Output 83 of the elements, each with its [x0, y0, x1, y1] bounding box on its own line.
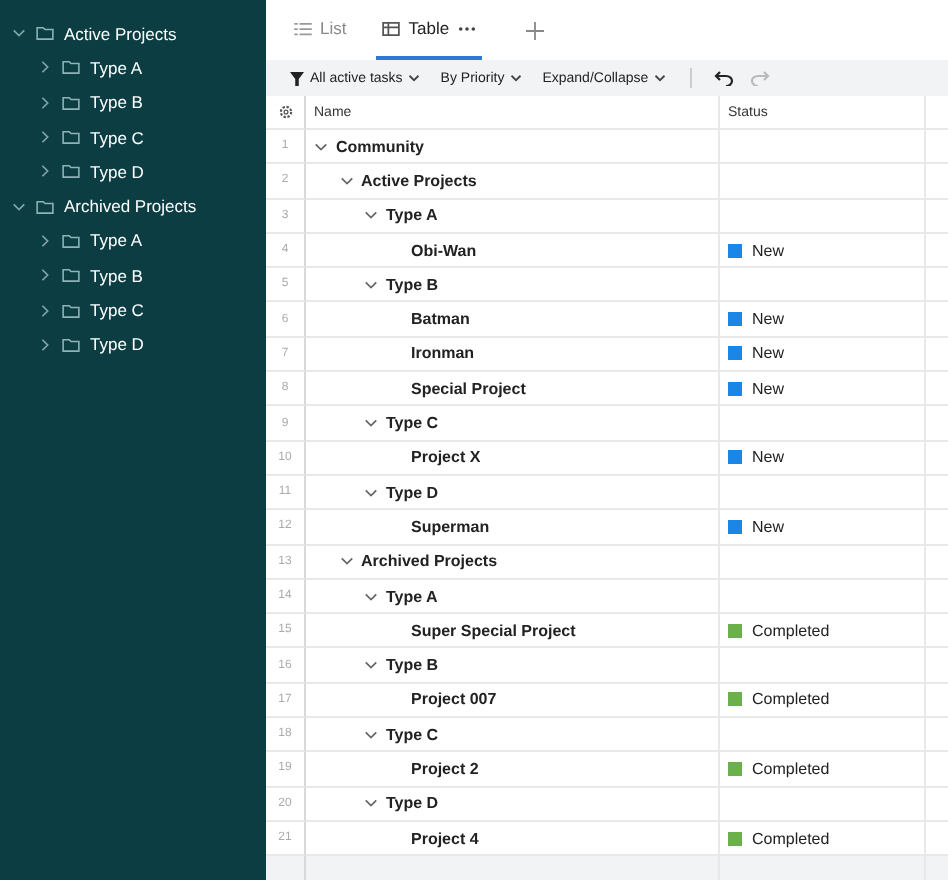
status-label: Completed	[752, 621, 830, 640]
chevron-icon[interactable]	[38, 268, 52, 283]
status-label: Completed	[752, 690, 830, 709]
table-cell: Type C	[386, 725, 439, 744]
table-cell: Obi-Wan	[411, 241, 477, 260]
table-cell: Project 2	[411, 759, 479, 778]
undo-icon[interactable]	[714, 70, 735, 86]
folder-icon	[62, 95, 80, 110]
chevron-icon[interactable]	[38, 95, 52, 110]
folder-icon	[62, 60, 80, 75]
add-icon[interactable]	[525, 21, 544, 39]
table-cell: Project 007	[411, 690, 497, 709]
folder-icon	[36, 26, 54, 41]
chevron-icon[interactable]	[38, 303, 52, 318]
chevron-icon[interactable]	[364, 589, 378, 603]
table-cell: Type D	[386, 483, 439, 502]
caret-icon	[408, 72, 421, 84]
status-label: Completed	[752, 829, 830, 848]
chevron-icon[interactable]	[364, 416, 378, 431]
chevron-icon[interactable]	[364, 485, 378, 500]
list-icon	[294, 21, 312, 35]
chevron-icon[interactable]	[339, 554, 353, 569]
sidebar-item[interactable]: Type D	[90, 161, 144, 182]
folder-icon	[36, 199, 54, 214]
table-cell: Type D	[386, 794, 439, 813]
table-cell: Community	[336, 137, 424, 156]
table-cell: Special Project	[411, 379, 526, 398]
view-tab[interactable]: List	[288, 0, 353, 60]
filter-icon	[290, 71, 304, 85]
folder-icon	[62, 337, 80, 352]
status-label: New	[752, 379, 785, 398]
sidebar-item[interactable]: Type C	[90, 127, 144, 148]
chevron-icon[interactable]	[364, 658, 378, 673]
folder-icon	[62, 130, 80, 145]
folder-icon	[62, 303, 80, 318]
caret-icon	[510, 72, 523, 84]
chevron-icon[interactable]	[339, 173, 353, 188]
sidebar-item[interactable]: Type B	[90, 92, 143, 113]
table-cell: Active Projects	[361, 171, 477, 190]
table-cell: Type A	[386, 587, 438, 605]
sidebar-item[interactable]: Type B	[90, 265, 143, 286]
status-label: New	[752, 241, 785, 260]
table-cell: Superman	[411, 517, 490, 536]
chevron-icon[interactable]	[12, 199, 26, 214]
sidebar-item[interactable]: Active Projects	[64, 23, 177, 44]
sidebar-item[interactable]: Type A	[90, 57, 142, 78]
table-cell: Project X	[411, 448, 481, 467]
chevron-icon[interactable]	[38, 164, 52, 179]
sidebar-item[interactable]: Archived Projects	[64, 196, 197, 217]
table-cell: Type B	[386, 656, 439, 675]
table-cell: Type C	[386, 414, 439, 433]
chevron-icon[interactable]	[364, 277, 378, 292]
chevron-icon[interactable]	[38, 337, 52, 352]
chevron-icon[interactable]	[364, 208, 378, 223]
table-cell: Batman	[411, 310, 470, 329]
status-label: New	[752, 448, 785, 467]
chevron-icon[interactable]	[38, 60, 52, 75]
sidebar-item[interactable]: Type D	[90, 334, 144, 355]
table-cell: Super Special Project	[411, 621, 576, 640]
sidebar-item[interactable]: Type C	[90, 300, 144, 321]
caret-icon	[654, 72, 667, 84]
table-icon	[382, 21, 401, 35]
table-cell: Type A	[386, 206, 438, 225]
table-cell: Ironman	[411, 344, 475, 363]
chevron-icon[interactable]	[364, 727, 378, 742]
chevron-icon[interactable]	[12, 26, 26, 41]
chevron-icon[interactable]	[314, 139, 328, 154]
chevron-icon[interactable]	[364, 796, 378, 811]
chevron-icon[interactable]	[38, 233, 52, 248]
more-icon[interactable]	[457, 25, 476, 31]
table-cell: Type B	[386, 275, 439, 294]
folder-icon	[62, 164, 80, 179]
chevron-icon[interactable]	[38, 130, 52, 145]
sidebar-item[interactable]: Type A	[90, 230, 142, 251]
status-label: Completed	[752, 759, 830, 778]
status-label: New	[752, 344, 785, 363]
folder-icon	[62, 233, 80, 248]
folder-icon	[62, 268, 80, 283]
status-label: New	[752, 310, 785, 329]
status-label: New	[752, 517, 785, 536]
table-cell: Archived Projects	[361, 552, 498, 571]
settings-icon[interactable]	[277, 104, 293, 120]
table-cell: Project 4	[411, 829, 479, 848]
